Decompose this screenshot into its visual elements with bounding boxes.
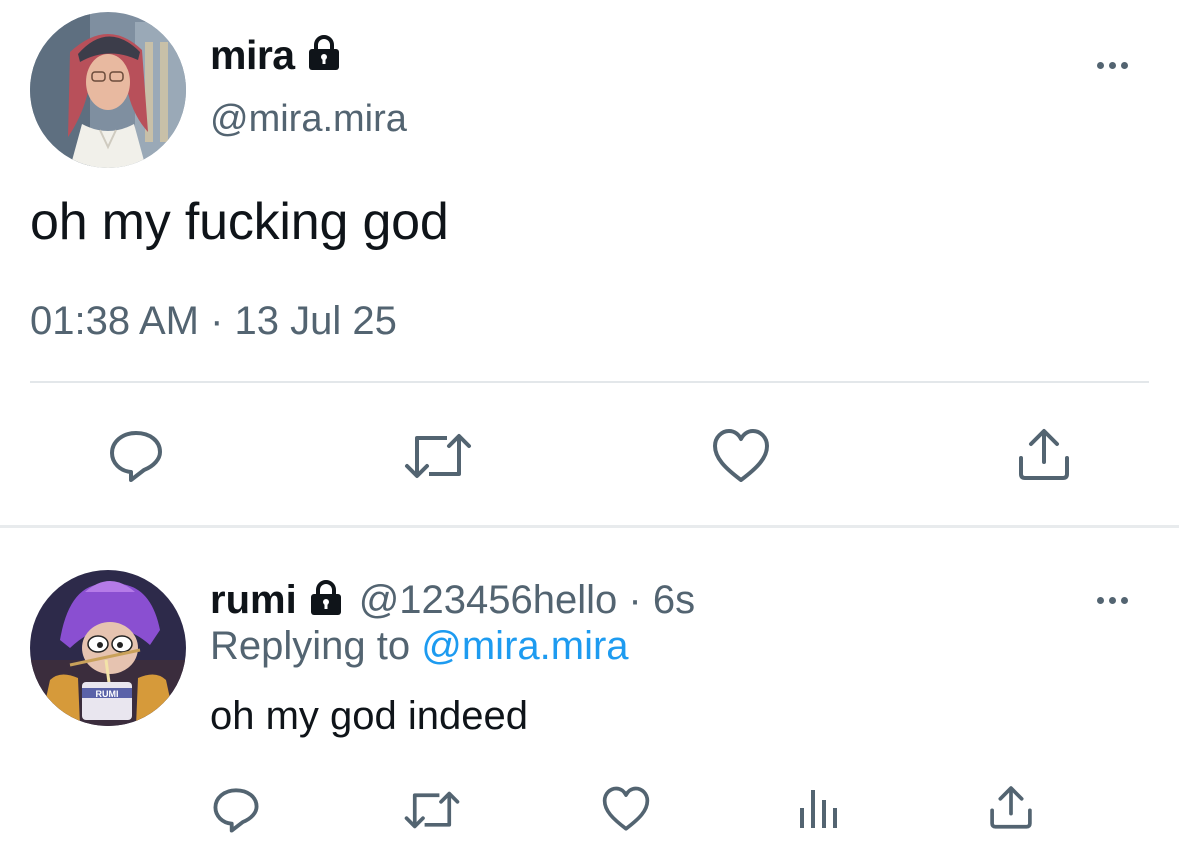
tweet-text: oh my fucking god [30,193,449,251]
reply-icon[interactable] [108,428,164,484]
avatar-image: RUMI [30,570,186,726]
more-options-icon[interactable] [1097,593,1128,607]
reply-author-avatar[interactable]: RUMI [30,570,186,726]
section-divider [0,525,1179,528]
lock-icon [307,579,345,622]
more-options-icon[interactable] [1097,58,1128,72]
replying-to-label: Replying to [210,624,411,668]
replying-to-handle-link[interactable]: @mira.mira [421,624,628,668]
retweet-icon[interactable] [403,787,461,833]
tweet-timestamp[interactable]: 01:38 AM · 13 Jul 25 [30,299,397,344]
retweet-icon[interactable] [403,428,473,484]
share-icon[interactable] [1016,426,1072,482]
author-name-row: mira [210,30,343,80]
divider [30,381,1149,383]
author-avatar[interactable] [30,12,186,168]
reply-text: oh my god indeed [210,694,529,738]
avatar-image [30,12,186,168]
replying-to-line: Replying to @mira.mira [210,624,629,669]
reply-header: rumi @123456hello · 6s [210,574,695,626]
author-handle[interactable]: @mira.mira [210,98,407,141]
author-display-name[interactable]: mira [210,32,295,79]
like-icon[interactable] [711,428,771,484]
like-icon[interactable] [601,786,651,832]
reply-icon[interactable] [212,786,260,834]
analytics-icon[interactable] [798,786,840,830]
reply-author-display-name[interactable]: rumi [210,578,297,623]
lock-icon [305,34,343,77]
reply-handle-and-time[interactable]: @123456hello · 6s [359,578,695,623]
share-icon[interactable] [988,784,1034,830]
cup-label: RUMI [96,689,119,699]
